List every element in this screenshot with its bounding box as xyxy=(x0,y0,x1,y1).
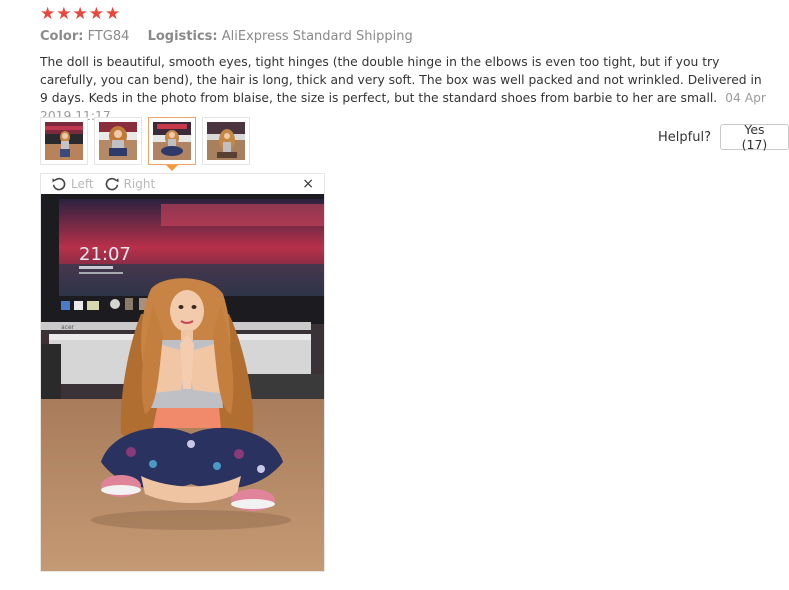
rotate-right-button[interactable]: Right xyxy=(104,176,156,192)
star-icon: ★ xyxy=(56,4,72,24)
rotate-left-label: Left xyxy=(71,177,94,191)
screen-clock: 21:07 xyxy=(79,244,131,265)
helpful-label: Helpful? xyxy=(658,129,711,145)
review-thumbnail[interactable] xyxy=(94,117,142,165)
helpful-yes-button[interactable]: Yes (17) xyxy=(719,122,789,152)
review-thumbnail-selected[interactable] xyxy=(148,117,196,165)
thumbnail-image xyxy=(153,122,191,160)
rotate-left-button[interactable]: Left xyxy=(51,176,94,192)
rotate-right-icon xyxy=(105,177,119,191)
thumbnail-image xyxy=(99,122,137,160)
logistics-label: Logistics: xyxy=(147,29,218,44)
review-body: The doll is beautiful, smooth eyes, tigh… xyxy=(40,53,770,125)
rotate-right-label: Right xyxy=(123,177,156,191)
viewer-toolbar: Left Right × xyxy=(41,174,324,194)
thumbnail-strip xyxy=(40,117,250,165)
rating-stars: ★ ★ ★ ★ ★ xyxy=(40,5,120,23)
helpful-vote: Helpful? Yes (17) xyxy=(658,122,789,152)
image-viewer: Left Right × 21:07 acer xyxy=(40,173,325,572)
star-icon: ★ xyxy=(88,4,104,24)
monitor-brand: acer xyxy=(61,324,75,331)
thumbnail-image xyxy=(207,122,245,160)
star-icon: ★ xyxy=(40,4,56,24)
selected-thumbnail-caret xyxy=(166,165,178,171)
close-icon[interactable]: × xyxy=(302,176,314,192)
review-meta: Color: FTG84 Logistics: AliExpress Stand… xyxy=(40,29,427,44)
star-icon: ★ xyxy=(72,4,88,24)
rotate-left-icon xyxy=(52,177,66,191)
color-label: Color: xyxy=(40,29,84,44)
review-thumbnail[interactable] xyxy=(40,117,88,165)
review-text: The doll is beautiful, smooth eyes, tigh… xyxy=(40,55,762,105)
color-value: FTG84 xyxy=(87,29,130,44)
star-icon: ★ xyxy=(105,4,121,24)
review-photo: 21:07 acer xyxy=(41,194,324,571)
thumbnail-image xyxy=(45,122,83,160)
logistics-value: AliExpress Standard Shipping xyxy=(221,29,413,44)
review-thumbnail[interactable] xyxy=(202,117,250,165)
